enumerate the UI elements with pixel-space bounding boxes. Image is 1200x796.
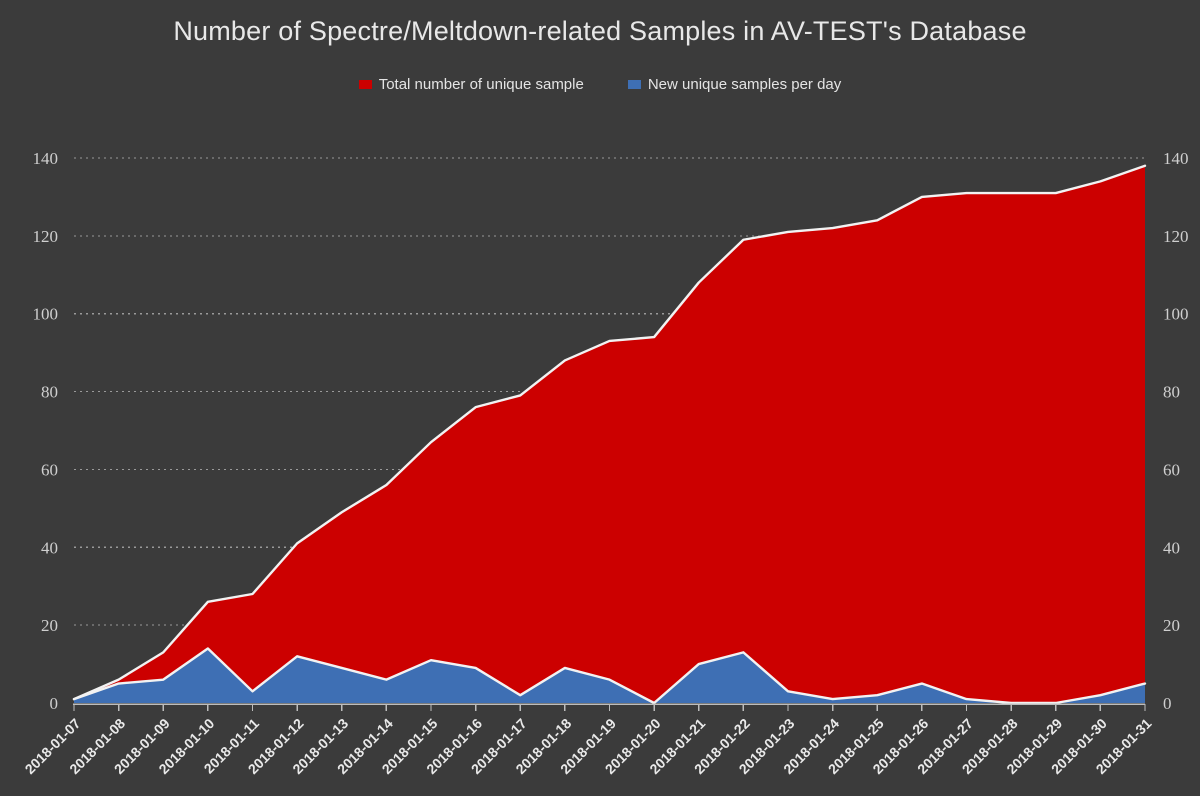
- y-axis-label-left: 140: [33, 149, 59, 168]
- y-axis-label-left: 100: [33, 305, 59, 324]
- y-axis-label-right: 40: [1163, 538, 1180, 557]
- y-axis-label-right: 60: [1163, 460, 1180, 479]
- y-axis-label-left: 20: [41, 616, 58, 635]
- y-axis-label-left: 80: [41, 383, 58, 402]
- y-axis-label-right: 120: [1163, 227, 1189, 246]
- y-axis-label-right: 80: [1163, 383, 1180, 402]
- series-area-total-samples: [74, 165, 1145, 704]
- chart-container: Number of Spectre/Meltdown-related Sampl…: [0, 0, 1200, 796]
- y-axis-label-right: 140: [1163, 149, 1189, 168]
- y-axis-label-right: 20: [1163, 616, 1180, 635]
- chart-plot-area: 2018-01-072018-01-082018-01-092018-01-10…: [22, 149, 1189, 777]
- y-axis-label-left: 40: [41, 538, 58, 557]
- y-axis-label-left: 120: [33, 227, 59, 246]
- y-axis-label-right: 100: [1163, 305, 1189, 324]
- y-axis-label-right: 0: [1163, 694, 1172, 713]
- y-axis-label-left: 60: [41, 460, 58, 479]
- y-axis-label-left: 0: [50, 694, 59, 713]
